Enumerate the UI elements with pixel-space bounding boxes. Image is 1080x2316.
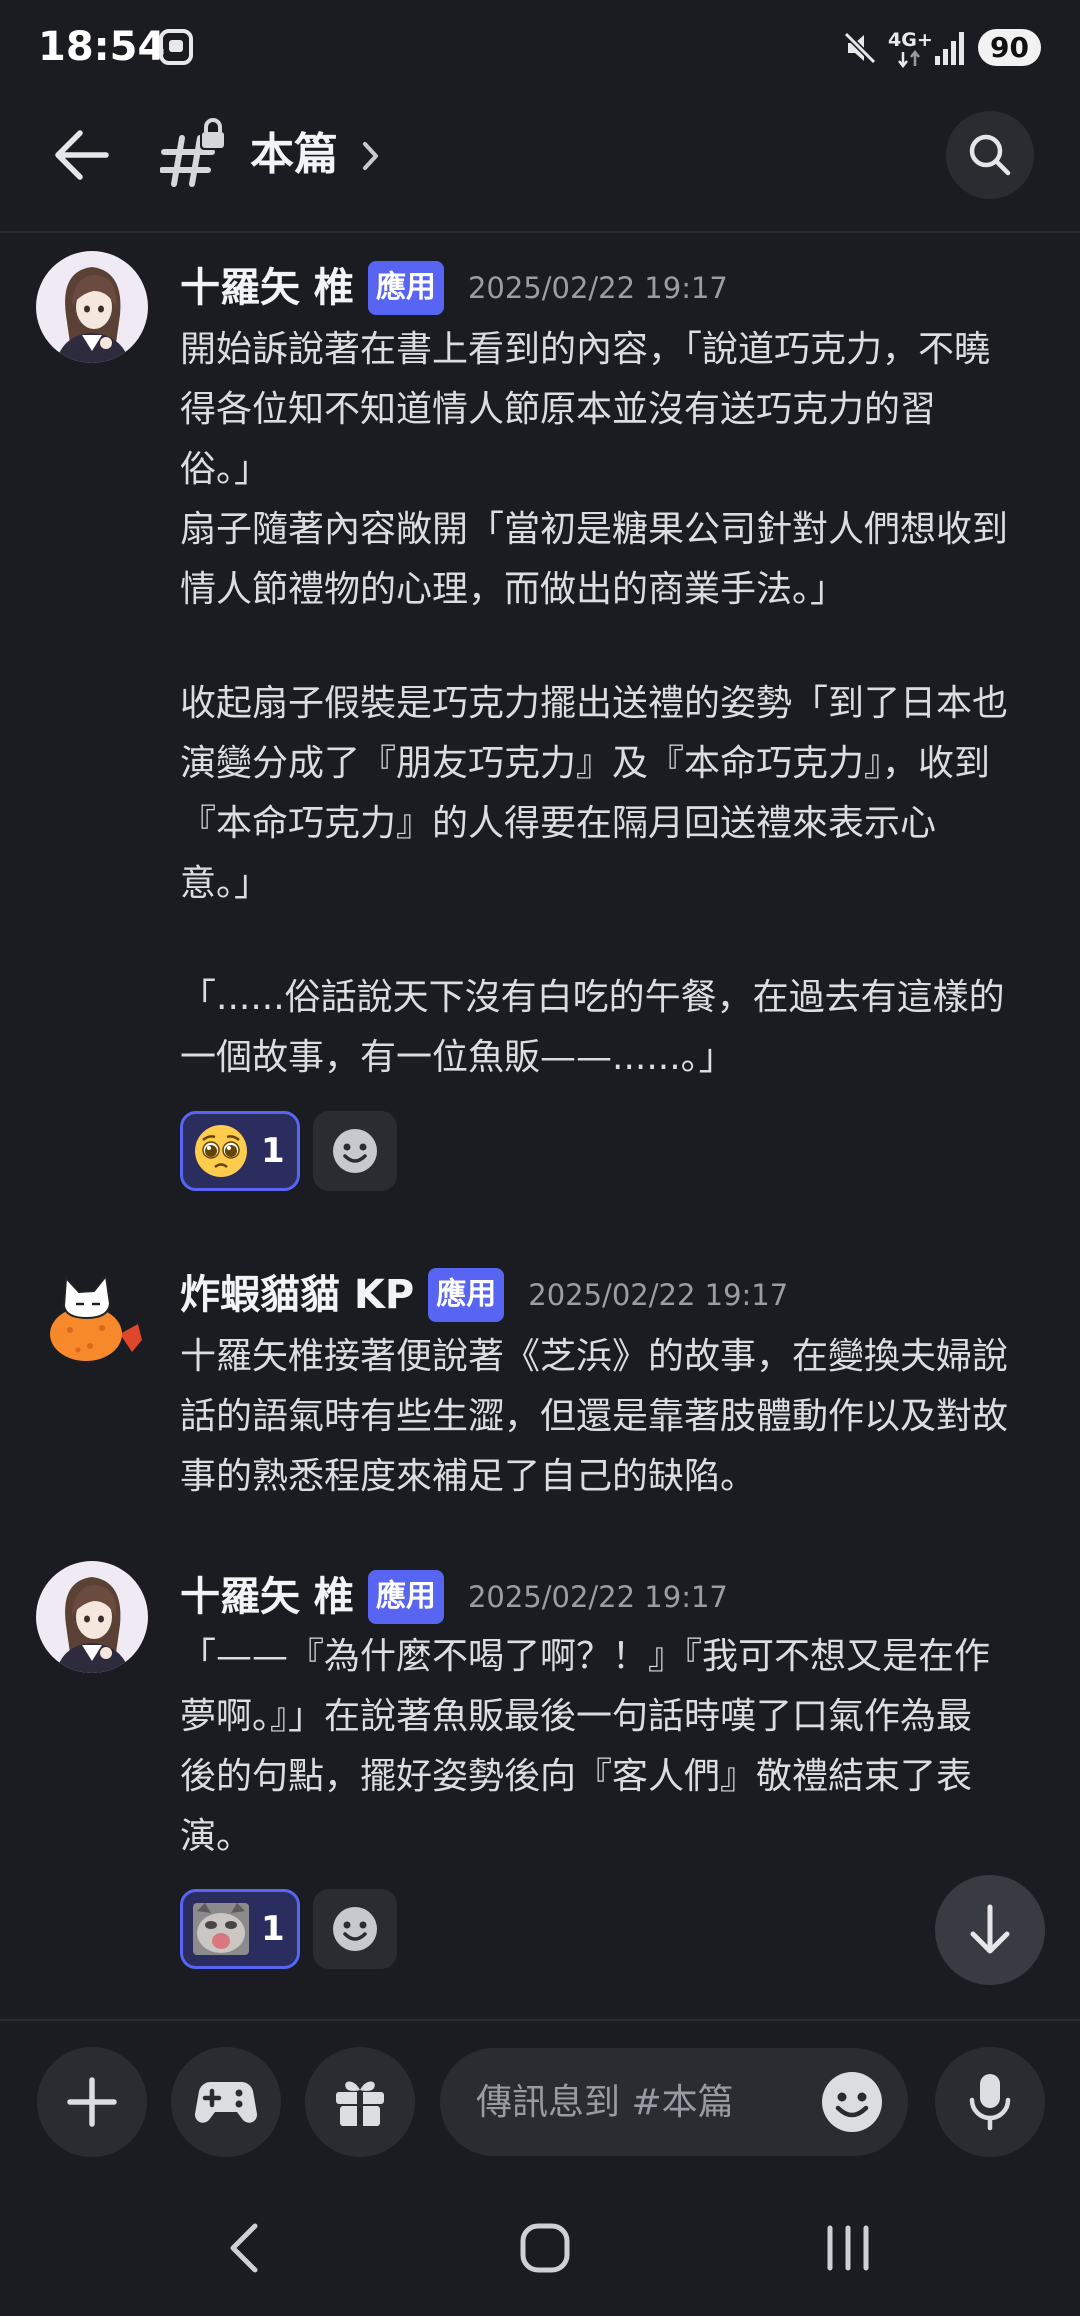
- message-timestamp: 2025/02/22 19:17: [528, 1278, 789, 1312]
- emoji-button[interactable]: [820, 2070, 884, 2134]
- screen-record-icon: [159, 29, 193, 65]
- pleading-face-icon: [195, 1125, 247, 1177]
- plus-icon: [67, 2077, 117, 2127]
- message-line: 開始訴說著在書上看到的內容，「說道巧克力，不曉: [180, 329, 991, 370]
- add-reaction-icon: [333, 1907, 377, 1951]
- avatar[interactable]: [34, 1260, 146, 1372]
- search-icon: [969, 134, 1011, 176]
- message-paragraph: 開始訴說著在書上看到的內容，「說道巧克力，不曉 得各位知不知道情人節原本並沒有送…: [180, 320, 1040, 620]
- app-badge: 應用: [367, 1570, 444, 1624]
- message-content[interactable]: 十羅矢椎接著便說著《芝浜》的故事，在變換夫婦說 話的語氣時有些生澀，但還是靠著肢…: [180, 1327, 1040, 1507]
- message-timestamp: 2025/02/22 19:17: [467, 1580, 728, 1614]
- data-arrows-icon: [898, 50, 920, 68]
- message-paragraph: 「——『為什麼不喝了啊？！』『我可不想又是在作 夢啊。』」在說著魚販最後一句話時…: [180, 1627, 1040, 1867]
- author-name[interactable]: 十羅矢 椎: [180, 1569, 354, 1625]
- add-reaction-button[interactable]: [313, 1889, 397, 1969]
- nav-recents-icon[interactable]: [818, 2218, 878, 2278]
- message-line: 演。: [180, 1816, 253, 1857]
- reaction-cat-image[interactable]: 1: [180, 1889, 300, 1969]
- search-button[interactable]: [946, 111, 1034, 199]
- message-paragraph: 收起扇子假裝是巧克力擺出送禮的姿勢「到了日本也 演變分成了『朋友巧克力』及『本命…: [180, 674, 1040, 914]
- voice-message-button[interactable]: [935, 2047, 1045, 2157]
- message-line: 情人節禮物的心理，而做出的商業手法。」: [180, 569, 847, 610]
- gift-icon: [336, 2081, 384, 2126]
- message-line: 得各位知不知道情人節原本並沒有送巧克力的習: [180, 389, 937, 430]
- message-line: 『本命巧克力』的人得要在隔月回送禮來表示心: [180, 803, 937, 844]
- reaction-count: 1: [261, 1909, 285, 1949]
- message-timestamp: 2025/02/22 19:17: [467, 271, 728, 305]
- message-line: 意。」: [180, 863, 271, 904]
- message-paragraph: 「......俗話說天下沒有白吃的午餐，在過去有這樣的 一個故事，有一位魚販——…: [180, 968, 1040, 1088]
- message-content[interactable]: 開始訴說著在書上看到的內容，「說道巧克力，不曉 得各位知不知道情人節原本並沒有送…: [180, 320, 1040, 1088]
- message-line: 夢啊。』」在說著魚販最後一句話時嘆了口氣作為最: [180, 1696, 973, 1737]
- reaction-count: 1: [261, 1131, 285, 1171]
- message-composer[interactable]: [440, 2048, 908, 2156]
- microphone-icon: [969, 2074, 1011, 2131]
- gamepad-icon: [194, 2082, 258, 2123]
- message-content[interactable]: 「——『為什麼不喝了啊？！』『我可不想又是在作 夢啊。』」在說著魚販最後一句話時…: [180, 1627, 1040, 1867]
- locked-channel-icon: [160, 118, 226, 187]
- message-line: 後的句點，擺好姿勢後向『客人們』敬禮結束了表: [180, 1756, 973, 1797]
- battery-level: 90: [978, 29, 1041, 66]
- message-line: 「——『為什麼不喝了啊？！』『我可不想又是在作: [180, 1636, 991, 1677]
- back-arrow-icon[interactable]: [50, 125, 112, 185]
- author-name[interactable]: 十羅矢 椎: [180, 260, 354, 316]
- arrow-down-icon: [970, 1904, 1010, 1954]
- scroll-to-bottom-button[interactable]: [935, 1875, 1045, 1985]
- message-line: 一個故事，有一位魚販——......。」: [180, 1037, 735, 1078]
- add-attachment-button[interactable]: [37, 2047, 147, 2157]
- app-badge: 應用: [367, 261, 444, 315]
- discord-channel-screen: 18:54 4G+ 90 本篇 十羅矢 椎 應用 2025/02/22 19:1…: [0, 0, 1080, 2316]
- emoji-icon: [822, 2072, 882, 2132]
- message-line: 演變分成了『朋友巧克力』及『本命巧克力』，收到: [180, 743, 991, 784]
- nav-back-icon[interactable]: [215, 2218, 275, 2278]
- message-paragraph: 十羅矢椎接著便說著《芝浜》的故事，在變換夫婦說 話的語氣時有些生澀，但還是靠著肢…: [180, 1327, 1040, 1507]
- avatar[interactable]: [36, 1561, 148, 1673]
- mute-icon: [843, 31, 877, 65]
- message-header: 十羅矢 椎 應用 2025/02/22 19:17: [180, 260, 728, 316]
- message-line: 話的語氣時有些生澀，但還是靠著肢體動作以及對故: [180, 1396, 1009, 1437]
- message-line: 「......俗話說天下沒有白吃的午餐，在過去有這樣的: [180, 977, 1005, 1018]
- add-reaction-button[interactable]: [313, 1111, 397, 1191]
- network-type: 4G+: [888, 29, 933, 51]
- message-header: 十羅矢 椎 應用 2025/02/22 19:17: [180, 1569, 728, 1625]
- reaction-pleading-face[interactable]: 1: [180, 1111, 300, 1191]
- channel-title[interactable]: 本篇: [250, 125, 338, 185]
- signal-icon: [935, 32, 964, 65]
- message-line: 十羅矢椎接著便說著《芝浜》的故事，在變換夫婦說: [180, 1336, 1009, 1377]
- message-input[interactable]: [440, 2048, 800, 2156]
- activities-button[interactable]: [171, 2047, 281, 2157]
- message-line: 收起扇子假裝是巧克力擺出送禮的姿勢「到了日本也: [180, 683, 1009, 724]
- cat-image-icon: [193, 1903, 249, 1955]
- nav-home-icon[interactable]: [515, 2218, 575, 2278]
- avatar[interactable]: [36, 251, 148, 363]
- message-line: 俗。」: [180, 449, 271, 490]
- composer-divider: [0, 2019, 1080, 2021]
- chevron-right-icon[interactable]: [360, 140, 382, 172]
- message-line: 扇子隨著內容敞開「當初是糖果公司針對人們想收到: [180, 509, 1009, 550]
- app-badge: 應用: [428, 1268, 505, 1322]
- header-divider: [0, 231, 1080, 233]
- gift-button[interactable]: [305, 2047, 415, 2157]
- message-line: 事的熟悉程度來補足了自己的缺陷。: [180, 1456, 757, 1497]
- add-reaction-icon: [333, 1129, 377, 1173]
- status-time: 18:54: [38, 24, 166, 70]
- message-header: 炸蝦貓貓 KP 應用 2025/02/22 19:17: [180, 1267, 788, 1323]
- author-name[interactable]: 炸蝦貓貓 KP: [180, 1267, 414, 1323]
